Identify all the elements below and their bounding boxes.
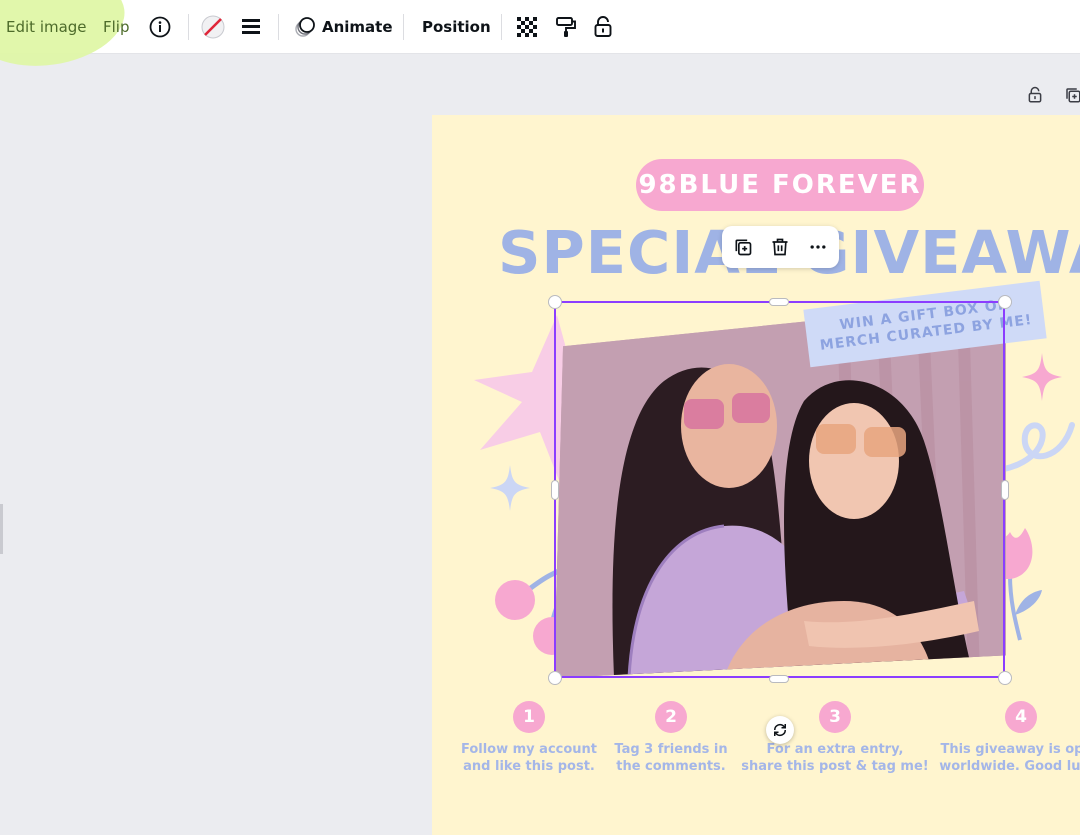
- delete-icon[interactable]: [768, 235, 792, 259]
- resize-handle-bottom-right[interactable]: [998, 671, 1012, 685]
- step-number: 2: [655, 701, 687, 733]
- selection-box: [554, 301, 1005, 678]
- animate-button[interactable]: Animate: [322, 0, 393, 53]
- step-number: 4: [1005, 701, 1037, 733]
- brand-badge-text: 98BLUE FOREVER: [638, 170, 922, 200]
- step-text-line: worldwide. Good luck!: [939, 759, 1080, 774]
- copy-style-icon[interactable]: [553, 14, 579, 40]
- position-label: Position: [422, 17, 491, 36]
- animate-label: Animate: [322, 17, 393, 36]
- info-icon[interactable]: [147, 14, 173, 40]
- lock-icon[interactable]: [590, 14, 616, 40]
- color-icon[interactable]: [200, 14, 226, 40]
- resize-handle-top-left[interactable]: [548, 295, 562, 309]
- animate-icon[interactable]: [292, 14, 318, 40]
- lock-page-icon[interactable]: [1024, 84, 1046, 106]
- position-button[interactable]: Position: [422, 0, 491, 53]
- step-number: 3: [819, 701, 851, 733]
- resize-handle-bottom[interactable]: [769, 675, 789, 683]
- resize-handle-right[interactable]: [1001, 480, 1009, 500]
- brand-badge[interactable]: 98BLUE FOREVER: [636, 159, 924, 211]
- sparkle-pink-shape[interactable]: [1022, 353, 1062, 401]
- element-menu: [722, 226, 839, 268]
- toolbar-divider: [278, 14, 279, 40]
- step-text-line: share this post & tag me!: [741, 759, 929, 774]
- step-number: 1: [513, 701, 545, 733]
- sparkle-blue-shape[interactable]: [490, 465, 530, 511]
- toolbar-divider: [188, 14, 189, 40]
- duplicate-icon[interactable]: [731, 235, 755, 259]
- duplicate-page-icon[interactable]: [1062, 84, 1080, 106]
- flip-button[interactable]: Flip: [103, 0, 129, 53]
- step-text-line: This giveaway is open: [940, 742, 1080, 757]
- border-style-icon[interactable]: [238, 14, 264, 40]
- resize-handle-bottom-left[interactable]: [548, 671, 562, 685]
- step-4[interactable]: 4 This giveaway is open worldwide. Good l…: [926, 701, 1080, 775]
- panel-edge: [0, 504, 3, 554]
- flip-label: Flip: [103, 17, 130, 36]
- rotate-icon[interactable]: [766, 716, 794, 744]
- resize-handle-top[interactable]: [769, 298, 789, 306]
- edit-image-label: Edit image: [6, 17, 87, 36]
- step-text-line: the comments.: [616, 759, 726, 774]
- toolbar-divider: [501, 14, 502, 40]
- resize-handle-top-right[interactable]: [998, 295, 1012, 309]
- edit-image-button[interactable]: Edit image: [6, 0, 87, 53]
- resize-handle-left[interactable]: [551, 480, 559, 500]
- toolbar: Edit image Flip Animate Position: [0, 0, 1080, 76]
- step-text-line: Tag 3 friends in: [614, 742, 728, 757]
- more-icon[interactable]: [806, 235, 830, 259]
- transparency-icon[interactable]: [514, 14, 540, 40]
- step-2[interactable]: 2 Tag 3 friends in the comments.: [576, 701, 766, 775]
- step-text-line: For an extra entry,: [766, 742, 904, 757]
- toolbar-divider: [403, 14, 404, 40]
